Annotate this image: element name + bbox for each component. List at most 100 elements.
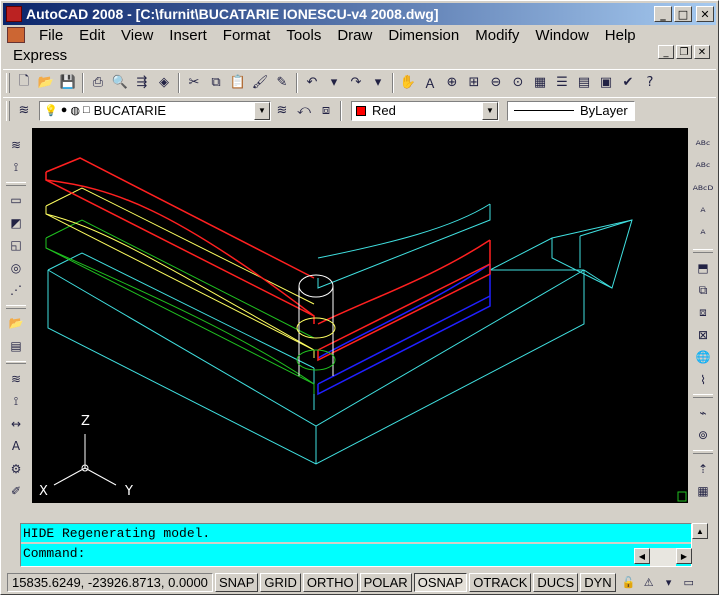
menu-insert[interactable]: Insert: [161, 27, 215, 44]
toolbar-grip[interactable]: [693, 394, 713, 399]
model-viewport[interactable]: [32, 128, 688, 503]
spell-check-icon[interactable]: ᴬᴮᶜ: [693, 135, 713, 154]
pencil-icon[interactable]: ✐: [6, 482, 26, 501]
extrude-icon[interactable]: ⬒: [693, 258, 713, 277]
justify-text-icon[interactable]: ᴬ: [693, 225, 713, 244]
status-menu-chevron-icon[interactable]: ▾: [660, 573, 678, 591]
object-snap-icon[interactable]: ⊚: [693, 426, 713, 445]
redo-icon[interactable]: ↷: [345, 72, 367, 94]
sheet-set-icon[interactable]: ▣: [595, 72, 617, 94]
undo-dropdown-icon[interactable]: ▾: [323, 72, 345, 94]
scroll-up-icon[interactable]: ▲: [692, 523, 708, 539]
layer-walk-icon[interactable]: ≋: [6, 369, 26, 388]
table-icon[interactable]: ▤: [6, 336, 26, 355]
subtract-icon[interactable]: ⧈: [693, 303, 713, 322]
markup-icon[interactable]: ✔: [617, 72, 639, 94]
cut-icon[interactable]: ✂: [183, 72, 205, 94]
scroll-left-icon[interactable]: ◀: [634, 548, 650, 564]
layer-isolate-icon[interactable]: ⟟: [6, 392, 26, 411]
doc-close-button[interactable]: ✕: [694, 45, 710, 59]
paste-icon[interactable]: 📋: [227, 72, 249, 94]
menu-dimension[interactable]: Dimension: [380, 27, 467, 44]
autocad-app-icon[interactable]: [6, 6, 22, 22]
wedge-icon[interactable]: ◩: [6, 213, 26, 232]
pline-icon[interactable]: ⌇: [693, 370, 713, 389]
lock-icon[interactable]: 🔓: [620, 573, 638, 591]
doc-restore-button[interactable]: ❐: [676, 45, 692, 59]
menu-tools[interactable]: Tools: [278, 27, 329, 44]
point-icon[interactable]: ⋰: [6, 280, 26, 299]
block-editor-icon[interactable]: ✎: [271, 72, 293, 94]
zoom-realtime-icon[interactable]: ⊕: [441, 72, 463, 94]
tool-palettes-icon[interactable]: ▤: [573, 72, 595, 94]
command-hscroll[interactable]: ◀ ▶: [634, 548, 692, 566]
toolbar-grip[interactable]: [6, 304, 26, 309]
menu-express[interactable]: Express: [3, 47, 75, 64]
layer-states-icon[interactable]: ⧈: [315, 100, 337, 122]
linetype-dropdown[interactable]: ByLayer: [507, 100, 635, 121]
save-icon[interactable]: 💾: [57, 72, 79, 94]
menu-help[interactable]: Help: [597, 27, 644, 44]
copy-icon[interactable]: ⧉: [205, 72, 227, 94]
command-scrollbar[interactable]: ▲: [692, 523, 708, 567]
grid-icon[interactable]: ▦: [693, 482, 713, 501]
box-icon[interactable]: ▭: [6, 191, 26, 210]
minimize-button[interactable]: _: [654, 6, 672, 22]
toolbar-grip[interactable]: [6, 360, 26, 365]
hatch-icon[interactable]: ⚙: [6, 459, 26, 478]
scroll-track[interactable]: [650, 548, 676, 566]
command-window[interactable]: HIDE Regenerating model. Command:: [20, 523, 692, 567]
insert-block-icon[interactable]: 📂: [6, 314, 26, 333]
toolbar-grip[interactable]: [693, 249, 713, 253]
text-style-abcd-icon[interactable]: ᴬᴮᶜᴰ: [693, 180, 714, 199]
text-icon[interactable]: A: [6, 437, 26, 456]
osnap-toggle[interactable]: OSNAP: [413, 572, 468, 592]
otrack-toggle[interactable]: OTRACK: [469, 572, 532, 592]
drawing-area[interactable]: Z X Y: [32, 128, 688, 503]
menu-edit[interactable]: Edit: [71, 27, 113, 44]
ortho-toggle[interactable]: ORTHO: [302, 572, 358, 592]
design-center-icon[interactable]: ▦: [529, 72, 551, 94]
menu-format[interactable]: Format: [215, 27, 279, 44]
toolbar-grip[interactable]: [6, 72, 10, 93]
revolve-icon[interactable]: ◎: [6, 258, 26, 277]
redo-dropdown-icon[interactable]: ▾: [367, 72, 389, 94]
plot-icon[interactable]: ⎙: [87, 72, 109, 94]
find-text-icon[interactable]: ᴬᴮᶜ: [693, 157, 713, 176]
menu-modify[interactable]: Modify: [467, 27, 527, 44]
open-icon[interactable]: 📂: [35, 72, 57, 94]
layer-dropdown[interactable]: 💡 ● ◍ □ BUCATARIE ▼: [39, 100, 271, 121]
render-icon[interactable]: 🌐: [693, 348, 713, 367]
scroll-right-icon[interactable]: ▶: [676, 548, 692, 564]
zoom-previous-icon[interactable]: ⊖: [485, 72, 507, 94]
close-button[interactable]: ✕: [696, 6, 714, 22]
undo-icon[interactable]: ↶: [301, 72, 323, 94]
document-icon[interactable]: [7, 27, 25, 43]
make-current-layer-icon[interactable]: ≋: [271, 100, 293, 122]
grid-toggle[interactable]: GRID: [260, 572, 301, 592]
communication-center-icon[interactable]: ⚠: [640, 573, 658, 591]
layer-previous-icon[interactable]: ⤺: [293, 100, 315, 122]
match-properties-icon[interactable]: 🖌: [249, 72, 271, 94]
maximize-button[interactable]: □: [674, 6, 692, 22]
text-style-icon[interactable]: Ａ: [419, 72, 441, 94]
doc-minimize-button[interactable]: _: [658, 45, 674, 59]
pan-icon[interactable]: ✋: [397, 72, 419, 94]
command-prompt[interactable]: Command:: [21, 544, 691, 564]
toolbar-grip[interactable]: [693, 450, 713, 455]
intersect-icon[interactable]: ⊠: [693, 325, 713, 344]
snap-toggle[interactable]: SNAP: [215, 572, 259, 592]
region-icon[interactable]: ◱: [6, 236, 26, 255]
menu-view[interactable]: View: [113, 27, 161, 44]
edit-attribute-icon[interactable]: ⌁: [693, 403, 713, 422]
title-bar[interactable]: AutoCAD 2008 - [C:\furnit\BUCATARIE IONE…: [3, 3, 716, 25]
pointer-icon[interactable]: ⇡: [693, 459, 713, 478]
polar-toggle[interactable]: POLAR: [359, 572, 412, 592]
plot-preview-icon[interactable]: 🔍: [109, 72, 131, 94]
toolbar-grip[interactable]: [6, 100, 10, 121]
linear-dimension-icon[interactable]: ↔: [6, 414, 26, 433]
menu-file[interactable]: File: [31, 27, 71, 44]
coordinate-readout[interactable]: 15835.6249, -23926.8713, 0.0000: [7, 572, 213, 592]
new-icon[interactable]: 🗋: [13, 72, 35, 94]
ducs-toggle[interactable]: DUCS: [533, 572, 579, 592]
